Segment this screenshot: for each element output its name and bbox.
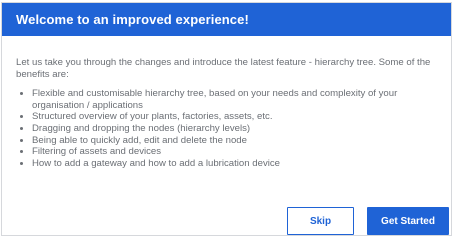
intro-text: Let us take you through the changes and … xyxy=(16,57,431,80)
get-started-button[interactable]: Get Started xyxy=(367,207,449,235)
benefit-item: Structured overview of your plants, fact… xyxy=(16,111,446,123)
dialog-body: Let us take you through the changes and … xyxy=(16,57,446,169)
bullet-icon xyxy=(20,161,23,165)
bullet-icon xyxy=(20,150,23,154)
welcome-dialog: Welcome to an improved experience! Let u… xyxy=(1,2,452,236)
benefit-text: Being able to quickly add, edit and dele… xyxy=(32,134,247,146)
benefit-text: Flexible and customisable hierarchy tree… xyxy=(32,88,398,111)
benefit-item: How to add a gateway and how to add a lu… xyxy=(16,158,446,170)
bullet-icon xyxy=(20,92,23,96)
benefit-text: Dragging and dropping the nodes (hierarc… xyxy=(32,122,251,134)
dialog-title: Welcome to an improved experience! xyxy=(16,12,249,27)
benefit-item: Being able to quickly add, edit and dele… xyxy=(16,135,446,147)
bullet-icon xyxy=(20,138,23,142)
benefit-item: Filtering of assets and devices xyxy=(16,146,446,158)
bullet-icon xyxy=(20,126,23,130)
benefit-text: Filtering of assets and devices xyxy=(32,146,162,158)
dialog-header: Welcome to an improved experience! xyxy=(2,3,451,36)
benefit-item: Dragging and dropping the nodes (hierarc… xyxy=(16,123,446,135)
benefits-list: Flexible and customisable hierarchy tree… xyxy=(16,88,446,169)
benefit-item: Flexible and customisable hierarchy tree… xyxy=(16,88,446,111)
bullet-icon xyxy=(20,115,23,119)
benefit-text: Structured overview of your plants, fact… xyxy=(32,111,273,123)
skip-button[interactable]: Skip xyxy=(287,207,354,235)
benefit-text: How to add a gateway and how to add a lu… xyxy=(32,157,280,169)
